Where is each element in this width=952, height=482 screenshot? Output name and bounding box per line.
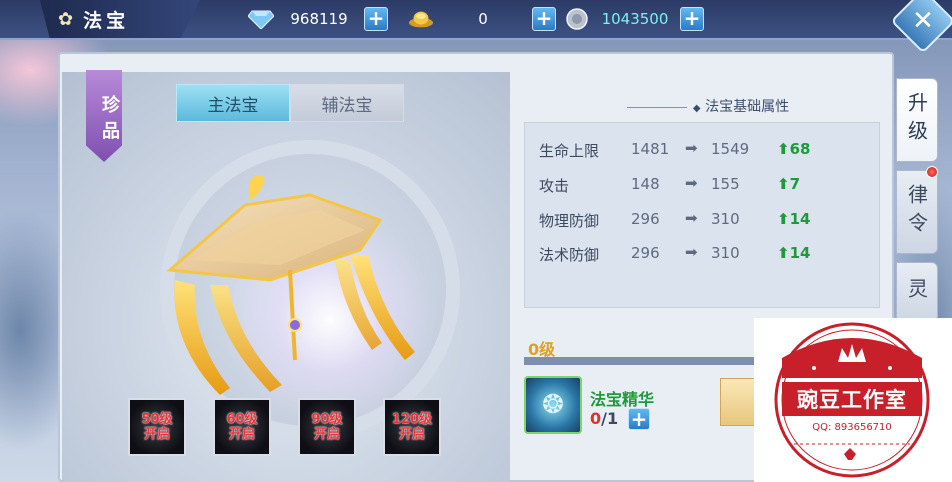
diamond-icon [248,8,274,30]
stat-name: 生命上限 [539,142,600,160]
diamond-currency: 968119 + [248,6,388,32]
stat-increase-value: 14 [789,244,811,262]
essence-orb-icon: ❂ [542,390,564,420]
arrow-right-icon: ➡ [685,139,698,157]
stat-row-hp: 生命上限 1481 ➡ 1549 ⬆68 [539,137,869,161]
golden-umbrella-artifact [166,175,415,395]
stat-increase: ⬆14 [777,244,811,262]
unlock-slot-120[interactable]: 120级 开启 [383,398,441,456]
diamond-value: 968119 [290,10,348,28]
stat-increase-value: 68 [789,140,811,158]
arrow-right-icon: ➡ [685,243,698,261]
stat-old: 1481 [631,140,670,158]
side-tab-upgrade[interactable]: 升级 [896,78,938,162]
stat-row-attack: 攻击 148 ➡ 155 ⬆7 [539,172,869,196]
stat-name: 物理防御 [539,212,600,230]
stat-new: 155 [711,175,740,193]
arrow-right-icon: ➡ [685,209,698,227]
page-title: 法宝 [83,9,130,32]
close-icon: ✕ [912,5,934,36]
unlock-slot-50[interactable]: 50级 开启 [128,398,186,456]
diamond-marker-icon: ◆ [692,103,701,114]
essence-count: 0/1 [590,409,618,428]
level-progress-bar [524,357,754,365]
attributes-title-text: 法宝基础属性 [705,99,790,115]
attributes-box: 生命上限 1481 ➡ 1549 ⬆68 攻击 148 ➡ 155 ⬆7 物理防… [524,122,880,308]
unlock-slot-90[interactable]: 90级 开启 [298,398,356,456]
stat-name: 攻击 [539,177,570,195]
add-diamond-button[interactable]: + [364,7,388,31]
stat-new: 310 [711,244,740,262]
divider-left [626,106,687,108]
add-gold-button[interactable]: + [532,7,556,31]
stat-increase: ⬆14 [777,210,811,228]
silver-coin-icon [564,8,590,30]
side-tab-spirit[interactable]: 灵 [896,262,938,322]
rarity-badge: 珍品 [86,70,122,162]
silver-value: 1043500 [601,10,669,28]
stat-old: 296 [631,244,660,262]
gold-ingot-icon [408,8,434,30]
gold-value: 0 [478,10,488,28]
stat-old: 148 [631,175,660,193]
flower-icon: ✿ [58,8,74,30]
stat-increase-value: 14 [789,210,811,228]
stat-new: 310 [711,210,740,228]
stat-new: 1549 [711,140,750,158]
watermark-stamp: 豌豆工作室 QQ: 893656710 [754,318,952,482]
stat-increase-value: 7 [789,175,801,193]
stat-increase: ⬆7 [777,175,801,193]
arrow-right-icon: ➡ [685,174,698,192]
watermark-qq: QQ: 893656710 [812,422,892,433]
essence-have: 0 [590,409,602,428]
add-essence-button[interactable]: + [628,408,650,430]
attributes-title: ◆ 法宝基础属性 [620,96,790,116]
gold-currency: 0 + [408,6,556,32]
stat-increase: ⬆68 [777,140,811,158]
tab-main-artifact[interactable]: 主法宝 [176,84,290,122]
notification-dot [926,166,938,178]
stat-row-physical-defense: 物理防御 296 ➡ 310 ⬆14 [539,207,869,231]
add-silver-button[interactable]: + [680,7,704,31]
essence-item[interactable]: ❂ [524,376,582,434]
top-bar: ✿ 法宝 968119 + 0 + 1043500 + ✕ [0,0,952,54]
stat-old: 296 [631,210,660,228]
stat-name: 法术防御 [539,246,600,264]
silver-currency: 1043500 + [564,6,704,32]
essence-need: /1 [601,409,619,428]
tab-sub-artifact[interactable]: 辅法宝 [290,84,404,122]
title-tab: ✿ 法宝 [40,0,200,38]
watermark-name: 豌豆工作室 [797,388,907,412]
unlock-slot-60[interactable]: 60级 开启 [213,398,271,456]
side-tab-decree[interactable]: 律令 [896,170,938,254]
stat-row-magic-defense: 法术防御 296 ➡ 310 ⬆14 [539,241,869,265]
